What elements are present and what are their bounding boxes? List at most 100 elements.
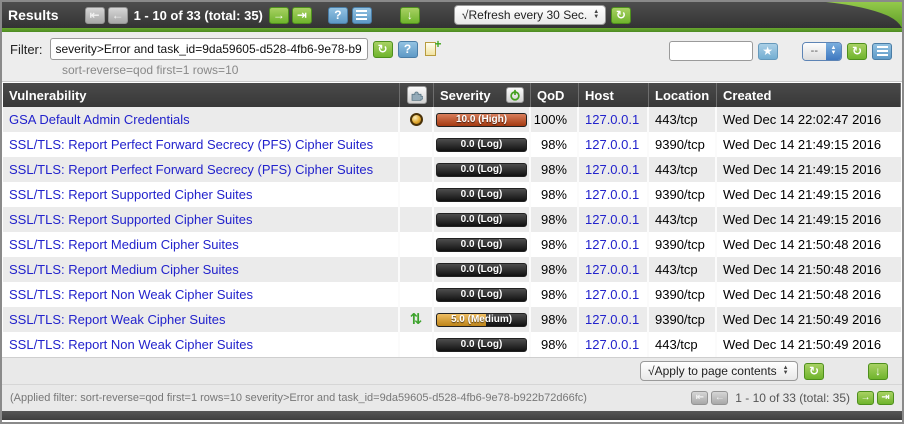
severity-label: 0.0 (Log)	[437, 214, 526, 226]
solution-type-mitigate-icon[interactable]: ⇅	[410, 312, 423, 327]
host-link[interactable]: 127.0.0.1	[585, 262, 639, 277]
pagination-text: 1 - 10 of 33 (total: 35)	[134, 8, 263, 23]
green-corner-decoration	[810, 2, 902, 28]
download-button[interactable]: ↓	[400, 7, 420, 24]
qod-value: 98%	[531, 257, 579, 282]
host-link[interactable]: 127.0.0.1	[585, 212, 639, 227]
vulnerability-link[interactable]: SSL/TLS: Report Perfect Forward Secrecy …	[9, 137, 373, 152]
pagination-text: 1 - 10 of 33 (total: 35)	[735, 391, 850, 405]
table-row: SSL/TLS: Report Non Weak Cipher Suites 0…	[3, 282, 901, 307]
column-vulnerability[interactable]: Vulnerability	[3, 83, 400, 107]
severity-bar: 0.0 (Log)	[436, 188, 527, 202]
qod-value: 98%	[531, 157, 579, 182]
table-row: SSL/TLS: Report Supported Cipher Suites …	[3, 207, 901, 232]
vulnerability-link[interactable]: GSA Default Admin Credentials	[9, 112, 190, 127]
solution-type-cell	[400, 207, 434, 232]
vulnerability-link[interactable]: SSL/TLS: Report Medium Cipher Suites	[9, 237, 239, 252]
first-page-button[interactable]: ⇤	[85, 7, 105, 24]
host-link[interactable]: 127.0.0.1	[585, 237, 639, 252]
location-value: 443/tcp	[649, 157, 717, 182]
footer-controls: √Apply to page contents ▲▼ ↻ ↓	[2, 357, 902, 384]
filter-label: Filter:	[10, 42, 43, 57]
footer-download-button[interactable]: ↓	[868, 363, 888, 380]
solution-type-puzzle-icon[interactable]	[407, 86, 427, 104]
vulnerability-link[interactable]: SSL/TLS: Report Supported Cipher Suites	[9, 212, 253, 227]
created-value: Wed Dec 14 21:50:48 2016	[717, 232, 901, 257]
solution-type-cell	[400, 107, 434, 132]
severity-label: 10.0 (High)	[437, 114, 526, 126]
created-value: Wed Dec 14 21:49:15 2016	[717, 132, 901, 157]
save-filter-star-button[interactable]: ★	[758, 43, 778, 60]
vulnerability-link[interactable]: SSL/TLS: Report Non Weak Cipher Suites	[9, 337, 253, 352]
saved-filters-select[interactable]: -- ▲▼	[802, 42, 842, 61]
severity-bar: 10.0 (High)	[436, 113, 527, 127]
last-page-button[interactable]: ⇥	[292, 7, 312, 24]
severity-sort-button[interactable]	[506, 87, 524, 103]
table-row: SSL/TLS: Report Weak Cipher Suites ⇅ 5.0…	[3, 307, 901, 332]
column-created[interactable]: Created	[717, 83, 901, 107]
results-page: Results ⇤ ← 1 - 10 of 33 (total: 35) → ⇥…	[0, 0, 904, 424]
help-button[interactable]: ?	[328, 7, 348, 24]
severity-label: 0.0 (Log)	[437, 289, 526, 301]
vulnerability-link[interactable]: SSL/TLS: Report Non Weak Cipher Suites	[9, 287, 253, 302]
table-row: SSL/TLS: Report Supported Cipher Suites …	[3, 182, 901, 207]
column-severity[interactable]: Severity	[434, 83, 531, 107]
table-row: SSL/TLS: Report Medium Cipher Suites 0.0…	[3, 232, 901, 257]
first-page-button[interactable]: ⇤	[691, 391, 708, 405]
filter-name-input[interactable]	[669, 41, 753, 61]
qod-value: 98%	[531, 307, 579, 332]
solution-type-workaround-icon[interactable]	[410, 113, 423, 126]
severity-label: 0.0 (Log)	[437, 239, 526, 251]
column-qod[interactable]: QoD	[531, 83, 579, 107]
page-title: Results	[8, 7, 59, 23]
filters-list-button[interactable]	[872, 43, 892, 60]
host-link[interactable]: 127.0.0.1	[585, 287, 639, 302]
host-link[interactable]: 127.0.0.1	[585, 137, 639, 152]
previous-page-button[interactable]: ←	[108, 7, 128, 24]
created-value: Wed Dec 14 21:49:15 2016	[717, 207, 901, 232]
vulnerability-link[interactable]: SSL/TLS: Report Perfect Forward Secrecy …	[9, 162, 373, 177]
filter-input[interactable]	[50, 38, 368, 60]
vulnerability-link[interactable]: SSL/TLS: Report Medium Cipher Suites	[9, 262, 239, 277]
previous-page-button[interactable]: ←	[711, 391, 728, 405]
vulnerability-link[interactable]: SSL/TLS: Report Weak Cipher Suites	[9, 312, 226, 327]
host-link[interactable]: 127.0.0.1	[585, 312, 639, 327]
apply-to-value: √Apply to page contents	[648, 364, 777, 378]
qod-value: 98%	[531, 332, 579, 357]
refresh-now-button[interactable]: ↻	[611, 7, 631, 24]
severity-label: 0.0 (Log)	[437, 189, 526, 201]
location-value: 443/tcp	[649, 332, 717, 357]
location-value: 9390/tcp	[649, 282, 717, 307]
refresh-interval-select[interactable]: √Refresh every 30 Sec. ▲▼	[454, 5, 606, 25]
filter-help-button[interactable]: ?	[398, 41, 418, 58]
host-link[interactable]: 127.0.0.1	[585, 337, 639, 352]
host-link[interactable]: 127.0.0.1	[585, 112, 639, 127]
solution-type-cell	[400, 232, 434, 257]
titlebar: Results ⇤ ← 1 - 10 of 33 (total: 35) → ⇥…	[2, 2, 902, 28]
host-link[interactable]: 127.0.0.1	[585, 162, 639, 177]
apply-to-select[interactable]: √Apply to page contents ▲▼	[640, 361, 798, 381]
new-filter-icon[interactable]: +	[423, 40, 441, 58]
switch-filter-button[interactable]: ↻	[847, 43, 867, 60]
vulnerability-link[interactable]: SSL/TLS: Report Supported Cipher Suites	[9, 187, 253, 202]
column-location[interactable]: Location	[649, 83, 717, 107]
puzzle-icon	[410, 89, 423, 102]
host-link[interactable]: 127.0.0.1	[585, 187, 639, 202]
next-page-button[interactable]: →	[857, 391, 874, 405]
select-arrows-icon: ▲▼	[826, 43, 841, 60]
severity-bar: 0.0 (Log)	[436, 163, 527, 177]
qod-value: 98%	[531, 232, 579, 257]
column-host[interactable]: Host	[579, 83, 649, 107]
severity-bar: 0.0 (Log)	[436, 213, 527, 227]
apply-refresh-button[interactable]: ↻	[804, 363, 824, 380]
apply-filter-button[interactable]: ↻	[373, 41, 393, 58]
location-value: 9390/tcp	[649, 232, 717, 257]
solution-type-cell	[400, 182, 434, 207]
location-value: 9390/tcp	[649, 182, 717, 207]
next-page-button[interactable]: →	[269, 7, 289, 24]
severity-bar: 0.0 (Log)	[436, 238, 527, 252]
solution-type-cell	[400, 132, 434, 157]
results-table: Vulnerability Severity QoD	[3, 83, 901, 357]
list-view-button[interactable]	[352, 7, 372, 24]
last-page-button[interactable]: ⇥	[877, 391, 894, 405]
